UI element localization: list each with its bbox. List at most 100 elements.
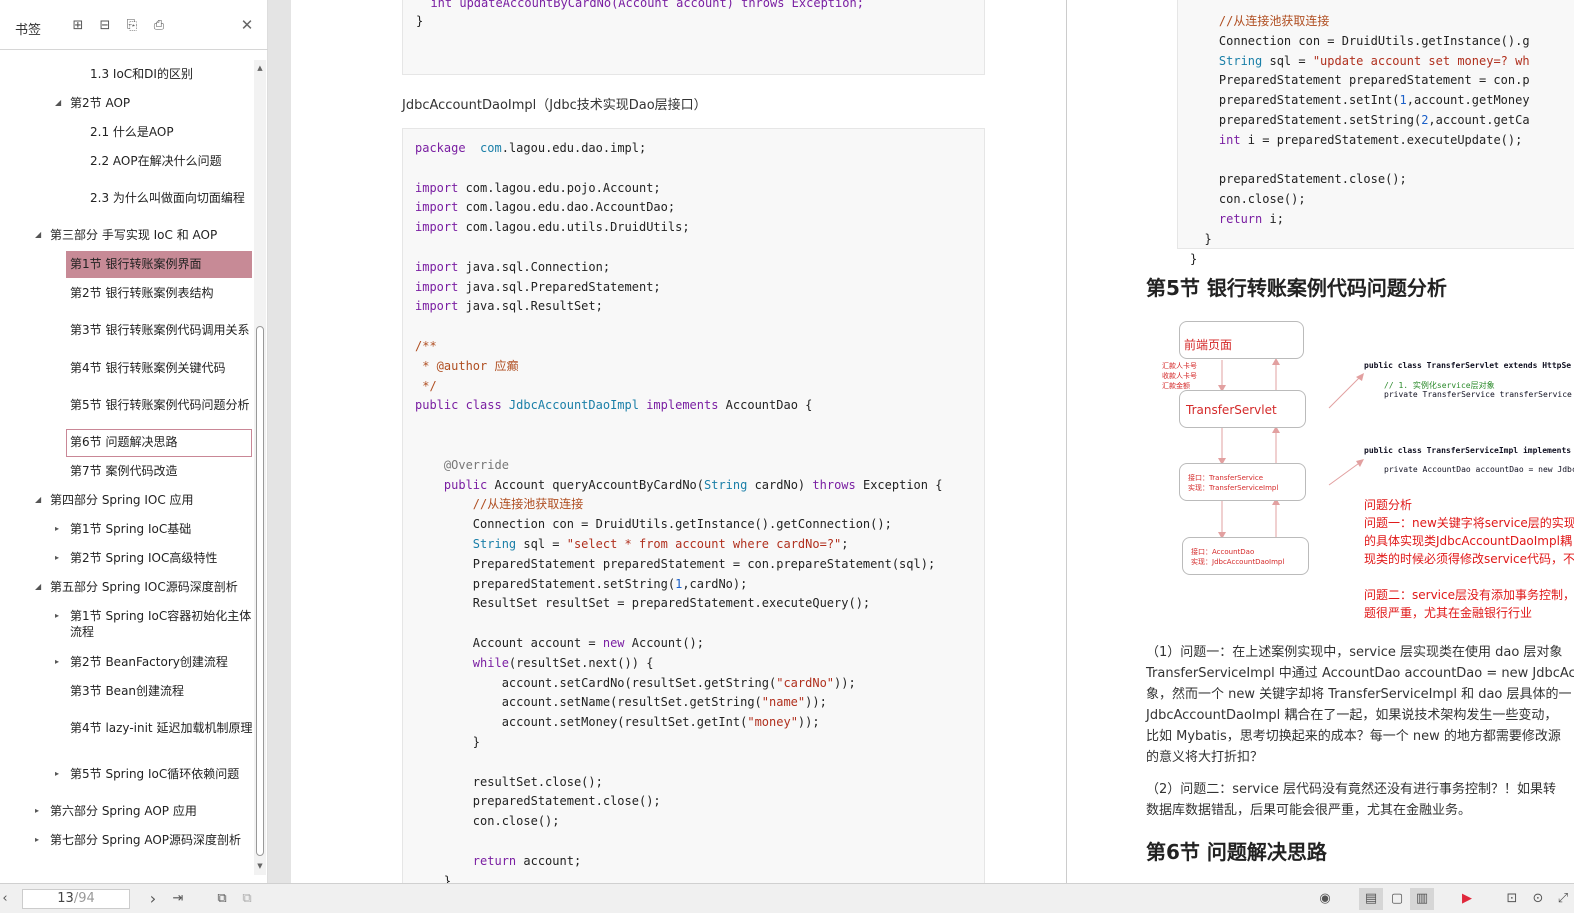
code-line: preparedStatement.close();: [1190, 172, 1407, 187]
bookmark-item[interactable]: 第7节 案例代码改造: [70, 463, 177, 479]
sidebar-scroll-thumb[interactable]: [256, 326, 264, 856]
bookmark-item[interactable]: 第1节 Spring IoC基础: [70, 521, 191, 537]
code-line: //从连接池获取连接: [415, 497, 584, 512]
analysis-line: 问题二：service层没有添加事务控制，: [1364, 588, 1574, 602]
rotate-right-icon[interactable]: ⧉: [238, 890, 256, 908]
bookmark-item[interactable]: 第1节 Spring IoC容器初始化主体流程: [70, 608, 252, 640]
code-line: account.setMoney(resultSet.getInt("money…: [415, 715, 820, 730]
collapse-arrow-icon[interactable]: ◢: [55, 98, 61, 108]
code-line: preparedStatement.setString(2,account.ge…: [1190, 113, 1530, 127]
code-line: account.setCardNo(resultSet.getString("c…: [415, 675, 856, 690]
single-page-icon[interactable]: ▢: [1387, 890, 1407, 908]
prev-page-icon[interactable]: ‹: [0, 890, 10, 908]
analysis-line: 题很严重，尤其在金融银行行业: [1364, 606, 1533, 620]
expand-arrow-icon[interactable]: ▸: [55, 611, 59, 621]
code-line: package com.lagou.edu.dao.impl;: [415, 141, 647, 155]
add-bookmark-icon[interactable]: ⎘: [124, 18, 140, 34]
bookmark-item[interactable]: 第2节 银行转账案例表结构: [70, 285, 213, 301]
eye-care-icon[interactable]: ◉: [1315, 890, 1335, 908]
code-line: Account account = new Account();: [415, 636, 705, 650]
bookmark-item[interactable]: 第4节 银行转账案例关键代码: [70, 360, 225, 376]
pdf-reader-window: 书签 ⊞ ⊟ ⎘ ⎙ ✕ 1.3 IoC和DI的区别第2节 AOP ◢ 2.1 什么…: [0, 0, 1574, 913]
service-box: 接口：TransferService 实现：TransferServiceImp…: [1179, 463, 1306, 501]
fit-page-icon[interactable]: ⊙: [1529, 890, 1547, 908]
sidebar-header: 书签 ⊞ ⊟ ⎘ ⎙ ✕: [0, 0, 268, 50]
continuous-view-icon[interactable]: ▤: [1359, 888, 1383, 910]
bookmark-item[interactable]: 第2节 BeanFactory创建流程: [70, 654, 228, 670]
last-page-icon[interactable]: ⇥: [170, 890, 186, 908]
section-heading-5: 第5节 银行转账案例代码问题分析: [1146, 276, 1447, 300]
code-line: int i = preparedStatement.executeUpdate(…: [1190, 132, 1523, 147]
scroll-down-icon[interactable]: ▼: [254, 861, 266, 871]
service-interface-label: 接口：TransferService: [1188, 474, 1264, 482]
service-impl-label: 实现：TransferServiceImpl: [1188, 484, 1279, 492]
bookmark-item[interactable]: 第六部分 Spring AOP 应用: [50, 803, 197, 819]
code-line: /**: [415, 339, 437, 353]
analysis-line: 现类的时候必须得修改service代码，不: [1364, 552, 1574, 566]
close-icon[interactable]: ✕: [239, 17, 255, 33]
bookmark-item[interactable]: 第5节 Spring IoC循环依赖问题: [70, 766, 239, 782]
rotate-left-icon[interactable]: ⧉: [213, 890, 231, 908]
code-line: preparedStatement.setString(1,cardNo);: [415, 576, 748, 591]
page-number-input[interactable]: 13/94: [22, 889, 130, 909]
bookmark-item[interactable]: 第五部分 Spring IOC源码深度剖析: [50, 579, 238, 595]
code-line: String sql = "update account set money=?…: [1190, 53, 1530, 68]
bookmark-item[interactable]: 2.2 AOP在解决什么问题: [90, 153, 222, 169]
document-page-right: //从连接池获取连接 Connection con = DruidUtils.g…: [1066, 0, 1574, 883]
bookmark-item[interactable]: 第四部分 Spring IOC 应用: [50, 492, 194, 508]
code-line: }: [415, 873, 452, 883]
code-line: con.close();: [1190, 192, 1306, 207]
next-page-icon[interactable]: ›: [145, 890, 161, 908]
code-line: return account;: [415, 853, 582, 868]
analysis-line: 问题一：new关键字将service层的实现: [1364, 516, 1574, 530]
collapse-arrow-icon[interactable]: ◢: [35, 582, 41, 592]
bookmark-item[interactable]: 第2节 Spring IOC高级特性: [70, 550, 217, 566]
collapse-arrow-icon[interactable]: ◢: [35, 230, 41, 240]
bookmark-item[interactable]: 第3节 Bean创建流程: [70, 683, 184, 699]
bookmark-item[interactable]: 第3节 银行转账案例代码调用关系: [70, 322, 249, 338]
expand-arrow-icon[interactable]: ▸: [35, 835, 39, 845]
fit-width-icon[interactable]: ⤢: [1554, 890, 1572, 908]
code-line: }: [1190, 231, 1212, 246]
expand-arrow-icon[interactable]: ▸: [55, 657, 59, 667]
bookmark-item[interactable]: 第三部分 手写实现 IoC 和 AOP: [50, 227, 217, 243]
code-line: Connection con = DruidUtils.getInstance(…: [415, 517, 892, 532]
bookmark-item[interactable]: 第七部分 Spring AOP源码深度剖析: [50, 832, 241, 848]
code-line: while(resultSet.next()) {: [415, 655, 654, 670]
bookmark-item[interactable]: 第2节 AOP: [70, 95, 130, 111]
current-page: 13: [57, 891, 74, 906]
code-line: import java.sql.PreparedStatement;: [415, 279, 661, 294]
expand-arrow-icon[interactable]: ▸: [55, 769, 59, 779]
code-caption: JdbcAccountDaoImpl（Jdbc技术实现Dao层接口）: [402, 98, 707, 113]
code-line: import com.lagou.edu.dao.AccountDao;: [415, 200, 676, 215]
paragraph-line: （2）问题二：service 层代码没有竟然还没有进行事务控制？！如果转: [1146, 782, 1556, 797]
code-line: import com.lagou.edu.utils.DruidUtils;: [415, 220, 690, 235]
expand-arrow-icon[interactable]: ▸: [55, 553, 59, 563]
bookmark-item[interactable]: 2.3 为什么叫做面向切面编程: [90, 190, 245, 206]
collapse-arrow-icon[interactable]: ◢: [35, 495, 41, 505]
code-line: String sql = "select * from account wher…: [415, 537, 849, 551]
bookmark-item[interactable]: 第6节 问题解决思路: [70, 434, 177, 450]
expand-arrow-icon[interactable]: ▸: [55, 524, 59, 534]
collapse-all-icon[interactable]: ⊟: [97, 18, 113, 34]
paragraph-line: 的意义将大打折扣？: [1146, 750, 1264, 765]
code-line: import java.sql.ResultSet;: [415, 299, 603, 314]
code-line: resultSet.close();: [415, 774, 603, 789]
bookmark-item[interactable]: 第4节 lazy-init 延迟加载机制原理: [70, 720, 252, 736]
total-pages: /94: [73, 891, 95, 906]
actual-size-icon[interactable]: ⊡: [1503, 890, 1521, 908]
code-line: ResultSet resultSet = preparedStatement.…: [415, 596, 871, 611]
bookmark-item[interactable]: 2.1 什么是AOP: [90, 124, 174, 140]
bookmark-item[interactable]: 第5节 银行转账案例代码问题分析: [70, 397, 249, 413]
dao-interface-label: 接口：AccountDao: [1191, 548, 1255, 556]
expand-all-icon[interactable]: ⊞: [70, 18, 86, 34]
bookmark-item[interactable]: 第1节 银行转账案例界面: [70, 256, 201, 272]
play-icon[interactable]: ▶: [1458, 890, 1476, 908]
bookmark-item[interactable]: 1.3 IoC和DI的区别: [90, 66, 193, 82]
analysis-line: 问题分析: [1364, 498, 1413, 512]
two-page-icon[interactable]: ▥: [1410, 888, 1434, 910]
expand-arrow-icon[interactable]: ▸: [35, 806, 39, 816]
scroll-up-icon[interactable]: ▲: [254, 63, 266, 73]
bookmark-icon[interactable]: ⎙: [151, 18, 167, 34]
bookmark-sidebar: 书签 ⊞ ⊟ ⎘ ⎙ ✕ 1.3 IoC和DI的区别第2节 AOP ◢ 2.1 什么…: [0, 0, 268, 883]
